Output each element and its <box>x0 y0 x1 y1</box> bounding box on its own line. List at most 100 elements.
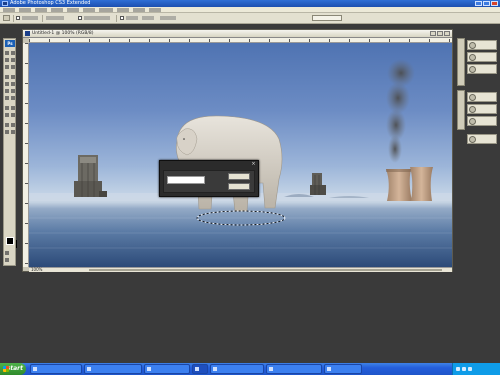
zoom-tool-icon[interactable] <box>11 130 15 134</box>
maximize-button[interactable] <box>483 1 490 6</box>
tray-icon[interactable] <box>456 367 460 371</box>
blur-tool-icon[interactable] <box>5 96 9 100</box>
healing-tool-icon[interactable] <box>5 75 9 79</box>
option-label <box>46 16 64 20</box>
horizontal-scrollbar[interactable] <box>89 269 442 271</box>
cancel-button[interactable] <box>228 183 250 190</box>
marquee-tool-icon[interactable] <box>11 51 15 55</box>
panel-histogram[interactable] <box>467 52 497 62</box>
document-title-bar[interactable]: Untitled-1 @ 100% (RGB/8) <box>23 30 452 38</box>
quick-mask-icon[interactable] <box>5 251 9 255</box>
crop-tool-icon[interactable] <box>5 65 9 69</box>
option-label <box>160 16 176 20</box>
photoshop-logo: Ps <box>5 40 15 47</box>
magic-wand-tool-icon[interactable] <box>11 58 15 62</box>
option-checkbox[interactable] <box>16 16 20 20</box>
workspace-dropdown[interactable] <box>312 15 342 21</box>
menu-item-image[interactable] <box>35 8 47 12</box>
smoke-plume <box>386 59 415 163</box>
window-controls <box>475 1 498 6</box>
document-close-button[interactable] <box>444 31 450 36</box>
foreground-color-swatch[interactable] <box>6 237 14 245</box>
minimize-button[interactable] <box>475 1 482 6</box>
lasso-tool-icon[interactable] <box>5 58 9 62</box>
menu-item-edit[interactable] <box>19 8 31 12</box>
type-tool-icon[interactable] <box>11 106 15 110</box>
panel-info[interactable] <box>467 64 497 74</box>
taskbar-item[interactable] <box>144 364 190 374</box>
zoom-level[interactable]: 100% <box>31 268 42 272</box>
ok-button[interactable] <box>228 173 250 180</box>
swatches-icon <box>469 106 476 113</box>
current-tool-icon[interactable] <box>3 15 10 21</box>
screen-mode-icon[interactable] <box>5 258 9 262</box>
menu-item-select[interactable] <box>67 8 79 12</box>
taskbar-item[interactable] <box>324 364 362 374</box>
dialog-body <box>163 170 255 193</box>
menu-item-filter[interactable] <box>83 8 95 12</box>
menu-item-window[interactable] <box>133 8 145 12</box>
panel-styles[interactable] <box>467 116 497 126</box>
history-brush-tool-icon[interactable] <box>11 82 15 86</box>
divider <box>13 15 14 22</box>
slice-tool-icon[interactable] <box>11 65 15 69</box>
app-icon <box>327 367 331 371</box>
menu-item-view[interactable] <box>117 8 129 12</box>
panel-layers[interactable] <box>467 134 497 144</box>
shape-tool-icon[interactable] <box>11 113 15 117</box>
panel-dock-strip[interactable] <box>457 90 465 130</box>
taskbar-item[interactable] <box>192 364 208 374</box>
taskbar-item[interactable] <box>84 364 142 374</box>
taskbar-item[interactable] <box>210 364 264 374</box>
notes-tool-icon[interactable] <box>5 123 9 127</box>
menu-item-file[interactable] <box>3 8 15 12</box>
eraser-tool-icon[interactable] <box>5 89 9 93</box>
panel-dock-strip[interactable] <box>457 38 465 86</box>
tray-icon[interactable] <box>462 367 466 371</box>
move-tool-icon[interactable] <box>5 51 9 55</box>
option-label <box>126 16 138 20</box>
option-checkbox[interactable] <box>78 16 82 20</box>
stamp-tool-icon[interactable] <box>5 82 9 86</box>
app-icon <box>269 367 273 371</box>
dodge-tool-icon[interactable] <box>11 96 15 100</box>
hand-tool-icon[interactable] <box>5 130 9 134</box>
menu-item-analysis[interactable] <box>99 8 113 12</box>
tools-panel: Ps <box>3 38 17 266</box>
brush-tool-icon[interactable] <box>11 75 15 79</box>
panel-color[interactable] <box>467 92 497 102</box>
start-button[interactable]: start <box>0 363 26 375</box>
menu-item-help[interactable] <box>149 8 161 12</box>
taskbar-item[interactable] <box>30 364 82 374</box>
eyedropper-tool-icon[interactable] <box>11 123 15 127</box>
app-icon <box>33 367 37 371</box>
app-title-bar[interactable]: Adobe Photoshop CS3 Extended <box>0 0 500 7</box>
tray-icon[interactable] <box>468 367 472 371</box>
menu-item-layer[interactable] <box>51 8 63 12</box>
document-icon <box>25 31 30 36</box>
dialog-title <box>162 161 256 168</box>
document-minimize-button[interactable] <box>430 31 436 36</box>
gradient-tool-icon[interactable] <box>11 89 15 93</box>
pen-tool-icon[interactable] <box>5 106 9 110</box>
styles-icon <box>469 118 476 125</box>
taskbar-item[interactable] <box>266 364 322 374</box>
path-select-tool-icon[interactable] <box>5 113 9 117</box>
feather-radius-input[interactable] <box>167 176 205 184</box>
dialog-close-icon[interactable]: × <box>251 162 256 167</box>
panel-swatches[interactable] <box>467 104 497 114</box>
color-icon <box>469 94 476 101</box>
divider <box>116 15 117 22</box>
windows-logo-icon <box>3 366 9 372</box>
cooling-towers <box>386 167 433 201</box>
panel-navigator[interactable] <box>467 40 497 50</box>
option-checkbox[interactable] <box>120 16 124 20</box>
document-window-controls <box>430 31 450 36</box>
image-canvas[interactable]: × <box>29 43 452 267</box>
app-icon <box>87 367 91 371</box>
options-bar <box>0 13 500 24</box>
document-maximize-button[interactable] <box>437 31 443 36</box>
histogram-icon <box>469 54 476 61</box>
close-button[interactable] <box>491 1 498 6</box>
option-label <box>22 16 38 20</box>
